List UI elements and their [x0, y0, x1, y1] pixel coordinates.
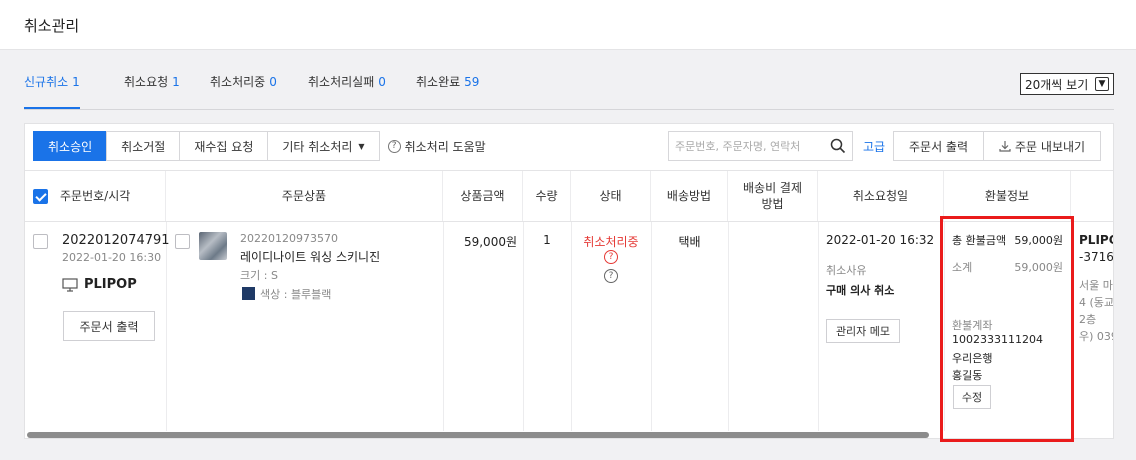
recipient-zip: 우) 039 — [1079, 330, 1113, 343]
scrollbar-thumb[interactable] — [27, 432, 929, 438]
action-toolbar: 취소승인 취소거절 재수집 요청 기타 취소처리 ▼ ? 취소처리 도움말 — [33, 131, 486, 161]
tab-cancel-processing[interactable]: 취소처리중 0 — [210, 73, 277, 107]
product-name[interactable]: 레이디나이트 워싱 스키니진 — [240, 248, 380, 265]
col-request-date: 취소요청일 — [818, 171, 944, 221]
status-text: 취소처리중 — [583, 235, 639, 249]
advanced-search-link[interactable]: 고급 — [863, 138, 885, 155]
col-qty: 수량 — [523, 171, 571, 221]
option-size: 크기 : S — [240, 269, 278, 282]
admin-memo-button[interactable]: 관리자 메모 — [826, 319, 900, 343]
col-price: 상품금액 — [443, 171, 523, 221]
col-status: 상태 — [571, 171, 651, 221]
sales-channel: PLIPOP — [62, 277, 137, 292]
table-header: 주문번호/시각 주문상품 상품금액 수량 상태 배송방법 배송비 결제방법 취소… — [25, 170, 1113, 222]
caret-down-icon: ▼ — [358, 141, 365, 151]
request-date: 2022-01-20 16:32 — [826, 233, 935, 247]
divider — [651, 222, 652, 432]
approve-cancel-button[interactable]: 취소승인 — [33, 131, 108, 161]
col-product: 주문상품 — [166, 171, 443, 221]
page-title: 취소관리 — [24, 17, 80, 35]
right-toolbar: 주문서 출력 주문 내보내기 — [893, 131, 1102, 161]
status-help-icon[interactable]: ? — [604, 269, 618, 283]
tab-new-cancel[interactable]: 신규취소 1 — [24, 73, 80, 109]
recipient-phone: -3716 — [1079, 250, 1114, 264]
shipping-method: 택배 — [678, 235, 701, 249]
chevron-down-icon: ▼ — [1095, 77, 1109, 91]
tab-cancel-request[interactable]: 취소요청 1 — [124, 73, 180, 107]
col-refund-info: 환불정보 — [944, 171, 1071, 221]
search-input[interactable] — [675, 139, 825, 153]
other-cancel-dropdown[interactable]: 기타 취소처리 ▼ — [267, 131, 380, 161]
product-checkbox[interactable] — [175, 234, 190, 249]
tab-cancel-failed[interactable]: 취소처리실패 0 — [308, 73, 386, 107]
quantity: 1 — [543, 233, 551, 247]
print-orders-button[interactable]: 주문서 출력 — [893, 131, 985, 161]
download-icon — [999, 140, 1011, 152]
recipient-address-1: 서울 마 — [1079, 279, 1113, 292]
product-code: 20220120973570 — [240, 232, 338, 245]
select-all-checkbox[interactable] — [33, 188, 48, 204]
recollect-request-button[interactable]: 재수집 요청 — [179, 131, 269, 161]
divider — [523, 222, 524, 432]
recipient-address-2: 4 (동교 — [1079, 296, 1114, 309]
order-number[interactable]: 2022012074791 — [62, 233, 170, 248]
col-shipping-fee: 배송비 결제방법 — [728, 171, 818, 221]
print-order-button[interactable]: 주문서 출력 — [63, 311, 155, 341]
question-icon: ? — [387, 139, 401, 153]
order-time: 2022-01-20 16:30 — [62, 251, 162, 264]
page-size-select[interactable]: 20개씩 보기 ▼ — [1020, 73, 1114, 95]
top-bar: 취소관리 — [0, 0, 1136, 50]
col-order-no: 주문번호/시각 — [25, 171, 166, 221]
recipient-address-3: 2층 — [1079, 313, 1097, 326]
divider — [166, 222, 167, 432]
product-price: 59,000원 — [463, 235, 517, 249]
col-shipping: 배송방법 — [651, 171, 728, 221]
reject-cancel-button[interactable]: 취소거절 — [106, 131, 181, 161]
divider — [818, 222, 819, 432]
status-alert-icon[interactable]: ? — [604, 250, 618, 264]
reason-label: 취소사유 — [826, 264, 867, 277]
search-icon[interactable] — [830, 138, 846, 154]
product-thumbnail[interactable] — [199, 232, 227, 260]
highlight-box — [940, 216, 1074, 442]
divider — [728, 222, 729, 432]
divider — [443, 222, 444, 432]
cancel-help-link[interactable]: ? 취소처리 도움말 — [387, 138, 486, 155]
option-color: 색상 : 블루블랙 — [260, 288, 332, 301]
status-tabs: 신규취소 1 취소요청 1 취소처리중 0 취소처리실패 0 취소완료 59 20개씩 보… — [24, 60, 1114, 110]
color-swatch — [242, 287, 255, 300]
recipient-name: PLIPO — [1079, 233, 1113, 247]
tab-cancel-complete[interactable]: 취소완료 59 — [416, 73, 479, 107]
cancel-reason: 구매 의사 취소 — [826, 284, 895, 297]
export-orders-button[interactable]: 주문 내보내기 — [983, 131, 1102, 161]
divider — [571, 222, 572, 432]
row-checkbox[interactable] — [33, 234, 48, 249]
search-box — [668, 131, 853, 161]
monitor-icon — [62, 277, 78, 292]
